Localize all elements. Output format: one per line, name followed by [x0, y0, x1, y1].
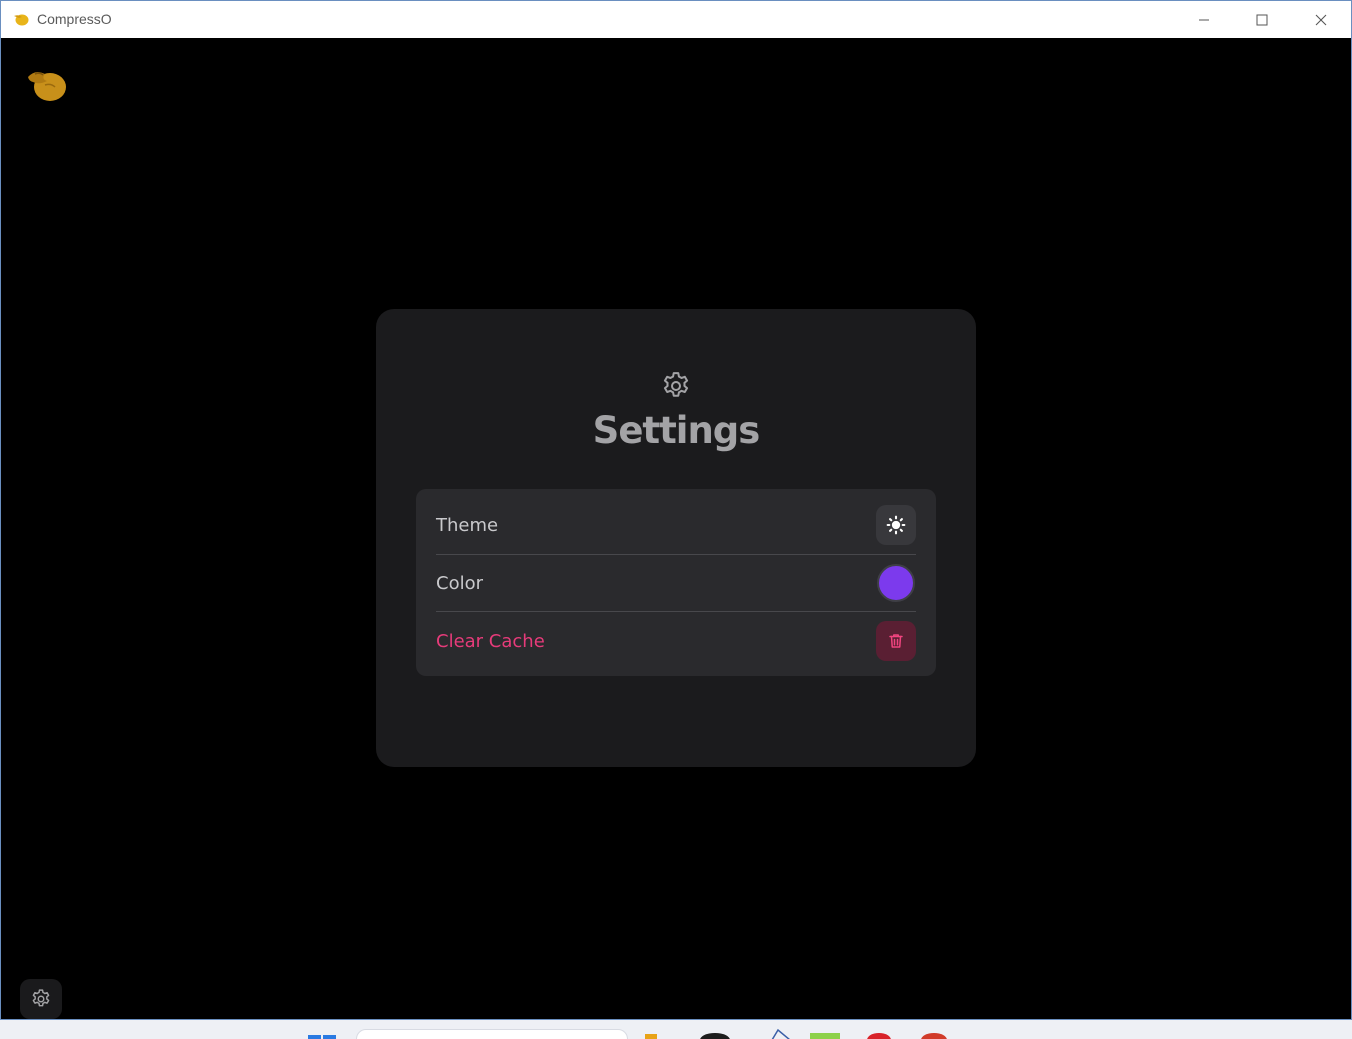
close-button[interactable]: [1292, 1, 1350, 38]
maximize-button[interactable]: [1233, 1, 1291, 38]
settings-panel: Theme Color Clear Cache: [416, 489, 936, 676]
settings-row-color: Color: [436, 555, 916, 612]
window-title: CompressO: [37, 11, 112, 27]
app-window: CompressO Settings Theme Color Clear Cac…: [0, 0, 1352, 1020]
gear-icon: [32, 989, 50, 1007]
settings-title: Settings: [592, 409, 761, 452]
taskbar-app-icon[interactable]: [867, 1033, 891, 1039]
title-bar[interactable]: CompressO: [1, 1, 1351, 38]
theme-label: Theme: [436, 514, 499, 536]
settings-card: Settings Theme Color Clear Cache: [376, 309, 976, 767]
clear-cache-button[interactable]: [876, 621, 916, 661]
taskbar-app-icon[interactable]: [770, 1028, 792, 1039]
color-picker-swatch[interactable]: [877, 564, 915, 602]
sun-icon: [886, 515, 906, 535]
minimize-icon: [1199, 19, 1209, 20]
taskbar: [0, 1020, 1352, 1039]
app-icon: [14, 14, 29, 26]
settings-row-theme: Theme: [436, 496, 916, 555]
maximize-icon: [1256, 14, 1268, 25]
color-label: Color: [436, 572, 483, 594]
file-explorer-icon[interactable]: [645, 1034, 657, 1039]
taskbar-search-box[interactable]: [356, 1029, 628, 1039]
theme-toggle-button[interactable]: [876, 505, 916, 545]
trash-icon: [889, 634, 903, 648]
gear-icon: [663, 372, 689, 397]
taskbar-app-icon[interactable]: [700, 1033, 730, 1039]
settings-button[interactable]: [20, 979, 62, 1019]
compresso-logo-icon: [28, 72, 66, 101]
taskbar-app-icon[interactable]: [810, 1033, 840, 1039]
app-content: Settings Theme Color Clear Cache: [1, 38, 1351, 1019]
clear-cache-label: Clear Cache: [436, 630, 545, 652]
close-icon: [1315, 14, 1327, 25]
settings-row-clear-cache: Clear Cache: [436, 612, 916, 670]
windows-start-icon[interactable]: [308, 1032, 338, 1039]
taskbar-app-icon[interactable]: [921, 1033, 947, 1039]
minimize-button[interactable]: [1175, 1, 1233, 38]
